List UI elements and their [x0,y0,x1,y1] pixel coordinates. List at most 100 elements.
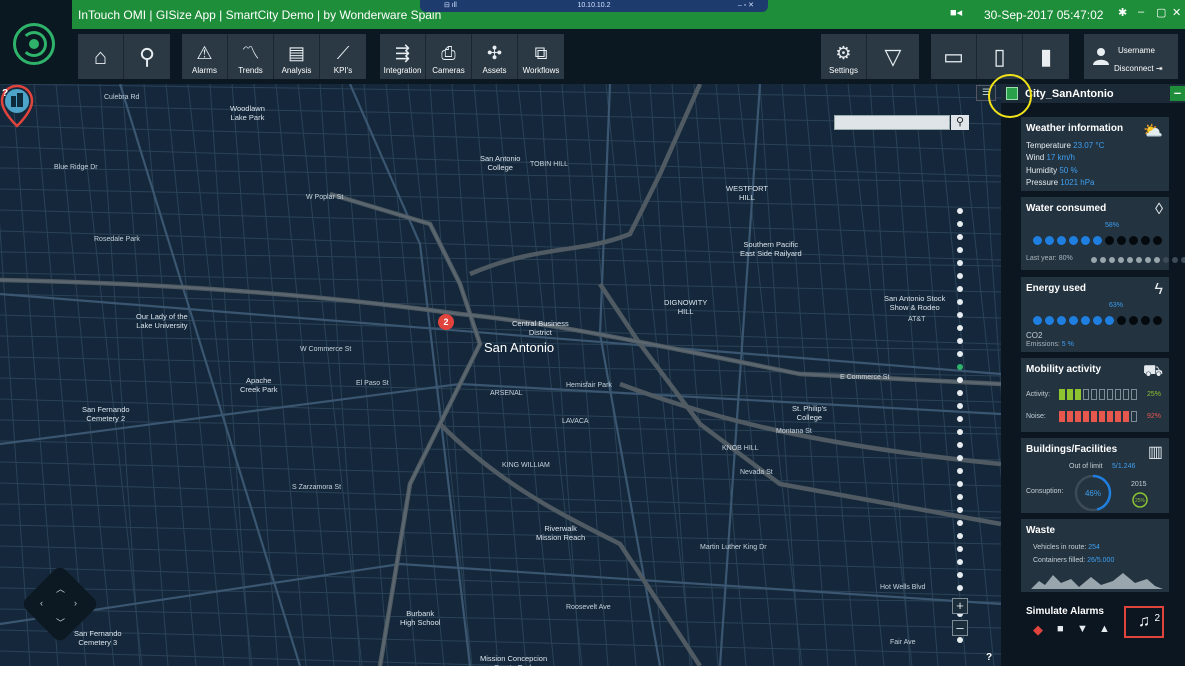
panel-collapse-button[interactable]: – [1170,86,1185,101]
help-icon[interactable]: ? [2,88,8,99]
timeline-dot[interactable] [957,637,963,643]
stop-alarm-icon[interactable]: ■ [1057,623,1064,635]
meter-dot [1163,257,1169,263]
map-label: WESTFORT HILL [726,184,768,202]
timeline-dot[interactable] [957,364,963,370]
timeline-dot[interactable] [957,299,963,305]
timeline-dot[interactable] [957,377,963,383]
timeline-dot[interactable] [957,234,963,240]
meter-dot [1141,316,1150,325]
zoom-out-button[interactable]: – [952,620,968,636]
timeline-dot[interactable] [957,390,963,396]
assets-button[interactable]: ✣ Assets [472,34,518,79]
pan-right-icon[interactable]: › [74,598,77,608]
high-alarm-icon[interactable]: ▲ [1099,623,1110,635]
weather-card[interactable]: Weather information ⛅ Temperature 23.07 … [1021,117,1169,191]
settings-button[interactable]: ⚙ Settings [821,34,867,79]
pan-arrows[interactable]: ︿ ﹀ ‹ › [32,576,88,632]
maximize-icon[interactable]: ▢ [1156,6,1166,19]
timeline-dot[interactable] [957,286,963,292]
energy-dot-meter [1033,316,1162,325]
timeline-dot[interactable] [957,260,963,266]
trends-button[interactable]: 〽 Trends [228,34,274,79]
mobility-card[interactable]: Mobility activity ⛟ Activity: 25% Noise:… [1021,358,1169,432]
out-of-limit-value: 5/1.246 [1112,463,1136,470]
analysis-button[interactable]: ▤ Analysis [274,34,320,79]
pan-down-icon[interactable]: ﹀ [56,616,65,629]
disconnect-label: Disconnect [1114,64,1154,73]
remote-session-bar[interactable]: ⊟ ıll 10.10.10.2 – ▫ ✕ [420,0,768,12]
bar-segment [1115,411,1121,422]
meter-dot [1091,257,1097,263]
settings-icon[interactable]: ✱ [1118,6,1127,19]
energy-card[interactable]: Energy used ϟ 63% CO2 Emissions: 5 % [1021,277,1169,352]
minimize-icon[interactable]: – [1138,6,1144,18]
desktop-layout-button[interactable]: ▭ [931,34,977,79]
water-card[interactable]: Water consumed ◊ 58% Last year: 80% [1021,197,1185,270]
window-title: InTouch OMI | GISize App | SmartCity Dem… [78,8,442,22]
timeline-dot[interactable] [957,546,963,552]
timeline-dot[interactable] [957,455,963,461]
timeline-dot[interactable] [957,338,963,344]
timeline-dot[interactable] [957,494,963,500]
waste-card[interactable]: Waste Vehicles in route: 254 Containers … [1021,519,1169,592]
zoom-in-button[interactable]: + [952,598,968,614]
timeline-dot[interactable] [957,429,963,435]
timeline-dot[interactable] [957,273,963,279]
remote-controls[interactable]: – ▫ ✕ [738,0,754,11]
integration-button[interactable]: ⇶ Integration [380,34,426,79]
water-dot-meter [1033,236,1162,245]
map-label: Burbank High School [400,609,441,627]
phone-layout-button[interactable]: ▮ [1023,34,1069,79]
map-pin-button[interactable]: ⚲ [124,34,170,79]
timeline-dot[interactable] [957,325,963,331]
timeline-dot[interactable] [957,403,963,409]
wind-row: Wind 17 km/h [1026,153,1075,162]
timeline-dot[interactable] [957,468,963,474]
meter-dot [1069,236,1078,245]
disconnect-link[interactable]: Disconnect ⇥ [1114,64,1163,73]
critical-alarm-icon[interactable]: ◆ [1033,622,1043,638]
low-alarm-icon[interactable]: ▼ [1077,623,1088,635]
timeline-dot[interactable] [957,416,963,422]
map-label: Nevada St [740,469,773,476]
pan-left-icon[interactable]: ‹ [40,598,43,608]
timeline-dot[interactable] [957,312,963,318]
timeline-dot[interactable] [957,351,963,357]
timeline-dot[interactable] [957,585,963,591]
map-label: AT&T [908,316,926,323]
timeline-dot[interactable] [957,247,963,253]
home-button[interactable]: ⌂ [78,34,124,79]
timeline-dot[interactable] [957,533,963,539]
timeline-dot[interactable] [957,559,963,565]
layer-timeline-dots[interactable] [956,208,964,648]
compass-button[interactable]: ▽ [867,34,919,79]
timeline-dot[interactable] [957,507,963,513]
timeline-dot[interactable] [957,221,963,227]
workflows-button[interactable]: ⧉ Workflows [518,34,564,79]
kpis-button[interactable]: ⟋ KPI's [320,34,366,79]
timeline-dot[interactable] [957,208,963,214]
map-label: Hemisfair Park [566,382,612,389]
search-icon[interactable]: ⚲ [951,115,969,130]
user-panel[interactable]: Username Disconnect ⇥ [1084,34,1178,79]
alarms-label: Alarms [192,66,217,75]
alarms-button[interactable]: ⚠ Alarms [182,34,228,79]
tablet-layout-button[interactable]: ▯ [977,34,1023,79]
pan-up-icon[interactable]: ︿ [56,582,65,595]
timeline-dot[interactable] [957,520,963,526]
map-label: El Paso St [356,380,389,387]
map-search-input[interactable] [834,115,950,130]
alarm-bell-button[interactable]: ♫ 2 [1124,606,1164,638]
buildings-card[interactable]: Buildings/Facilities ▥ Out of limit 5/1.… [1021,438,1169,513]
timeline-dot[interactable] [957,572,963,578]
meter-dot [1129,236,1138,245]
camera-record-icon[interactable]: ■◂ [950,6,962,19]
city-map[interactable]: Our Lady of the Lake University Central B… [0,84,1001,666]
help-icon-bottom[interactable]: ? [986,652,992,663]
close-icon[interactable]: ✕ [1172,6,1181,19]
city-label: San Antonio [484,340,555,355]
cameras-button[interactable]: ⎙ Cameras [426,34,472,79]
timeline-dot[interactable] [957,442,963,448]
timeline-dot[interactable] [957,481,963,487]
